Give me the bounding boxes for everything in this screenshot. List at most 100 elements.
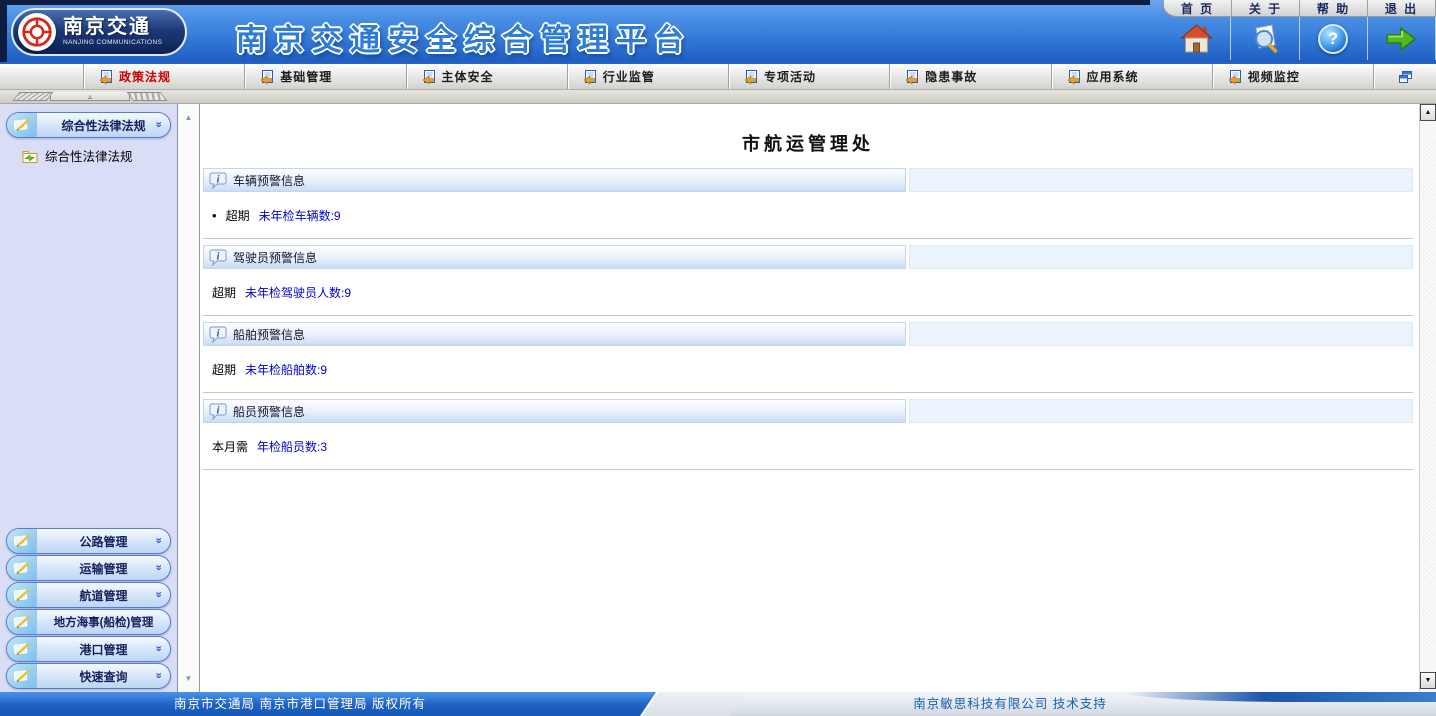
scrollbar-track[interactable] [1420,121,1436,672]
info-bubble-icon: i [209,248,227,266]
main-content: 市航运管理处 i 车辆预警信息 • 超期 未年检车辆数:9 [200,104,1419,692]
help-icon[interactable]: ? [1300,17,1368,60]
tab-application-systems[interactable]: 应用系统 [1052,64,1213,89]
sidebar: 综合性法律法规 » 综合性法律法规 公路管理 » 运输管理 » [0,104,178,692]
sidebar-group-quick-query[interactable]: 快速查询 » [6,663,171,689]
section-header-label: 船员预警信息 [233,403,305,420]
menu-exit[interactable]: 退 出 [1368,0,1436,16]
section-header-label: 驾驶员预警信息 [233,249,317,266]
tab-subject-safety[interactable]: 主体安全 [407,64,568,89]
driver-annual-inspection-link[interactable]: 未年检驾驶员人数:9 [245,284,351,301]
splitter-bar: ▵ [0,90,1436,104]
notepad-pencil-icon [7,529,37,553]
double-chevron-down-icon: » [152,537,163,543]
quick-menu: 首 页 关 于 帮 助 退 出 [1150,0,1436,62]
sidebar-group-label: 公路管理 [37,533,170,550]
double-chevron-down-icon: » [152,645,163,651]
nav-spacer [0,64,84,89]
menu-home[interactable]: 首 页 [1164,0,1232,16]
sidebar-group-local-maritime-management[interactable]: 地方海事(船检)管理 [6,609,171,635]
footer-swoosh [635,692,752,716]
sidebar-group-label: 港口管理 [37,641,170,658]
section-ship-warning: i 船舶预警信息 超期 未年检船舶数:9 [203,322,1413,399]
sidebar-group-label: 综合性法律法规 [37,117,170,134]
sidebar-group-label: 快速查询 [37,668,170,685]
tab-policy-regulations[interactable]: 政策法规 [84,64,245,89]
tab-label: 专项活动 [764,68,816,85]
vehicle-annual-inspection-link[interactable]: 未年检车辆数:9 [259,207,341,224]
double-chevron-down-icon: » [152,121,163,127]
tab-label: 隐患事故 [925,68,977,85]
notepad-pencil-icon [7,113,37,137]
sidebar-group-label: 运输管理 [37,560,170,577]
tab-video-surveillance[interactable]: 视频监控 [1213,64,1374,89]
section-row: 超期 未年检船舶数:9 [203,346,1413,393]
tech-support-text: 南京敏思科技有限公司 技术支持 [860,694,1160,714]
copyright-text: 南京市交通局 南京市港口管理局 版权所有 [0,694,600,714]
tab-label: 视频监控 [1248,68,1300,85]
window-restore-icon[interactable] [1374,64,1436,89]
notepad-pencil-icon [7,583,37,607]
page-title: 南京交通安全综合管理平台 [236,15,692,59]
section-header-right-cell [909,168,1413,192]
sidebar-group-label: 航道管理 [37,587,170,604]
sidebar-bottom-groups: 公路管理 » 运输管理 » 航道管理 » 地方海事(船检)管理 [0,527,177,692]
document-arrow-icon [582,69,597,85]
scroll-up-icon[interactable]: ▲ [185,113,193,122]
info-bubble-icon: i [209,171,227,189]
menu-about[interactable]: 关 于 [1232,0,1300,16]
tab-label: 基础管理 [280,68,332,85]
nanjing-communications-emblem-icon [18,13,56,51]
tree-item-comprehensive-laws[interactable]: 综合性法律法规 [0,139,177,165]
section-header-right-cell [909,245,1413,269]
notepad-pencil-icon [7,664,37,688]
collapse-up-arrow-icon[interactable]: ▵ [50,92,130,101]
tab-label: 主体安全 [442,68,494,85]
sidebar-group-port-management[interactable]: 港口管理 » [6,636,171,662]
section-header-label: 船舶预警信息 [233,326,305,343]
tab-special-activities[interactable]: 专项活动 [729,64,890,89]
info-bubble-icon: i [209,402,227,420]
section-row: 超期 未年检驾驶员人数:9 [203,269,1413,316]
double-chevron-down-icon: » [152,591,163,597]
sidebar-collapse-handle[interactable]: ▵ [16,92,164,101]
scrollbar-down-icon[interactable]: ▼ [1420,672,1436,689]
notepad-pencil-icon [7,556,37,580]
warning-category: 本月需 [212,438,248,455]
sidebar-group-label: 地方海事(船检)管理 [37,614,170,630]
tab-label: 应用系统 [1087,68,1139,85]
scroll-down-icon[interactable]: ▼ [185,674,193,683]
tab-industry-supervision[interactable]: 行业监管 [568,64,729,89]
notepad-pencil-icon [7,610,37,634]
tab-label: 政策法规 [119,68,171,85]
tree-item-label: 综合性法律法规 [45,146,133,165]
home-icon[interactable] [1163,17,1231,60]
sidebar-group-comprehensive-laws[interactable]: 综合性法律法规 » [6,112,171,138]
menu-help[interactable]: 帮 助 [1300,0,1368,16]
section-driver-warning: i 驾驶员预警信息 超期 未年检驾驶员人数:9 [203,245,1413,322]
notepad-pencil-icon [7,637,37,661]
tab-basic-management[interactable]: 基础管理 [245,64,406,89]
folder-icon [22,149,38,163]
crew-annual-inspection-link[interactable]: 年检船员数:3 [257,438,327,455]
sidebar-group-waterway-management[interactable]: 航道管理 » [6,582,171,608]
sidebar-group-transport-management[interactable]: 运输管理 » [6,555,171,581]
scrollbar-up-icon[interactable]: ▲ [1420,104,1436,121]
tab-hazard-accidents[interactable]: 隐患事故 [890,64,1051,89]
sidebar-group-highway-management[interactable]: 公路管理 » [6,528,171,554]
logo-name: 南京交通 [63,17,162,37]
ship-annual-inspection-link[interactable]: 未年检船舶数:9 [245,361,327,378]
tab-label: 行业监管 [603,68,655,85]
section-vehicle-warning: i 车辆预警信息 • 超期 未年检车辆数:9 [203,168,1413,245]
section-header-right-cell [909,399,1413,423]
document-arrow-icon [421,69,436,85]
workspace: 综合性法律法规 » 综合性法律法规 公路管理 » 运输管理 » [0,104,1436,692]
footer-wave-crest [1124,692,1436,702]
logo-subtitle: NANJING COMMUNICATIONS [63,40,162,47]
vertical-scrollbar[interactable]: ▲ ▼ [1419,104,1436,692]
double-chevron-down-icon: » [152,672,163,678]
sidebar-gutter-scrollbar[interactable]: ▲ ▼ [178,104,200,692]
document-arrow-icon [98,69,113,85]
exit-icon[interactable] [1368,17,1436,60]
about-icon[interactable] [1231,17,1299,60]
